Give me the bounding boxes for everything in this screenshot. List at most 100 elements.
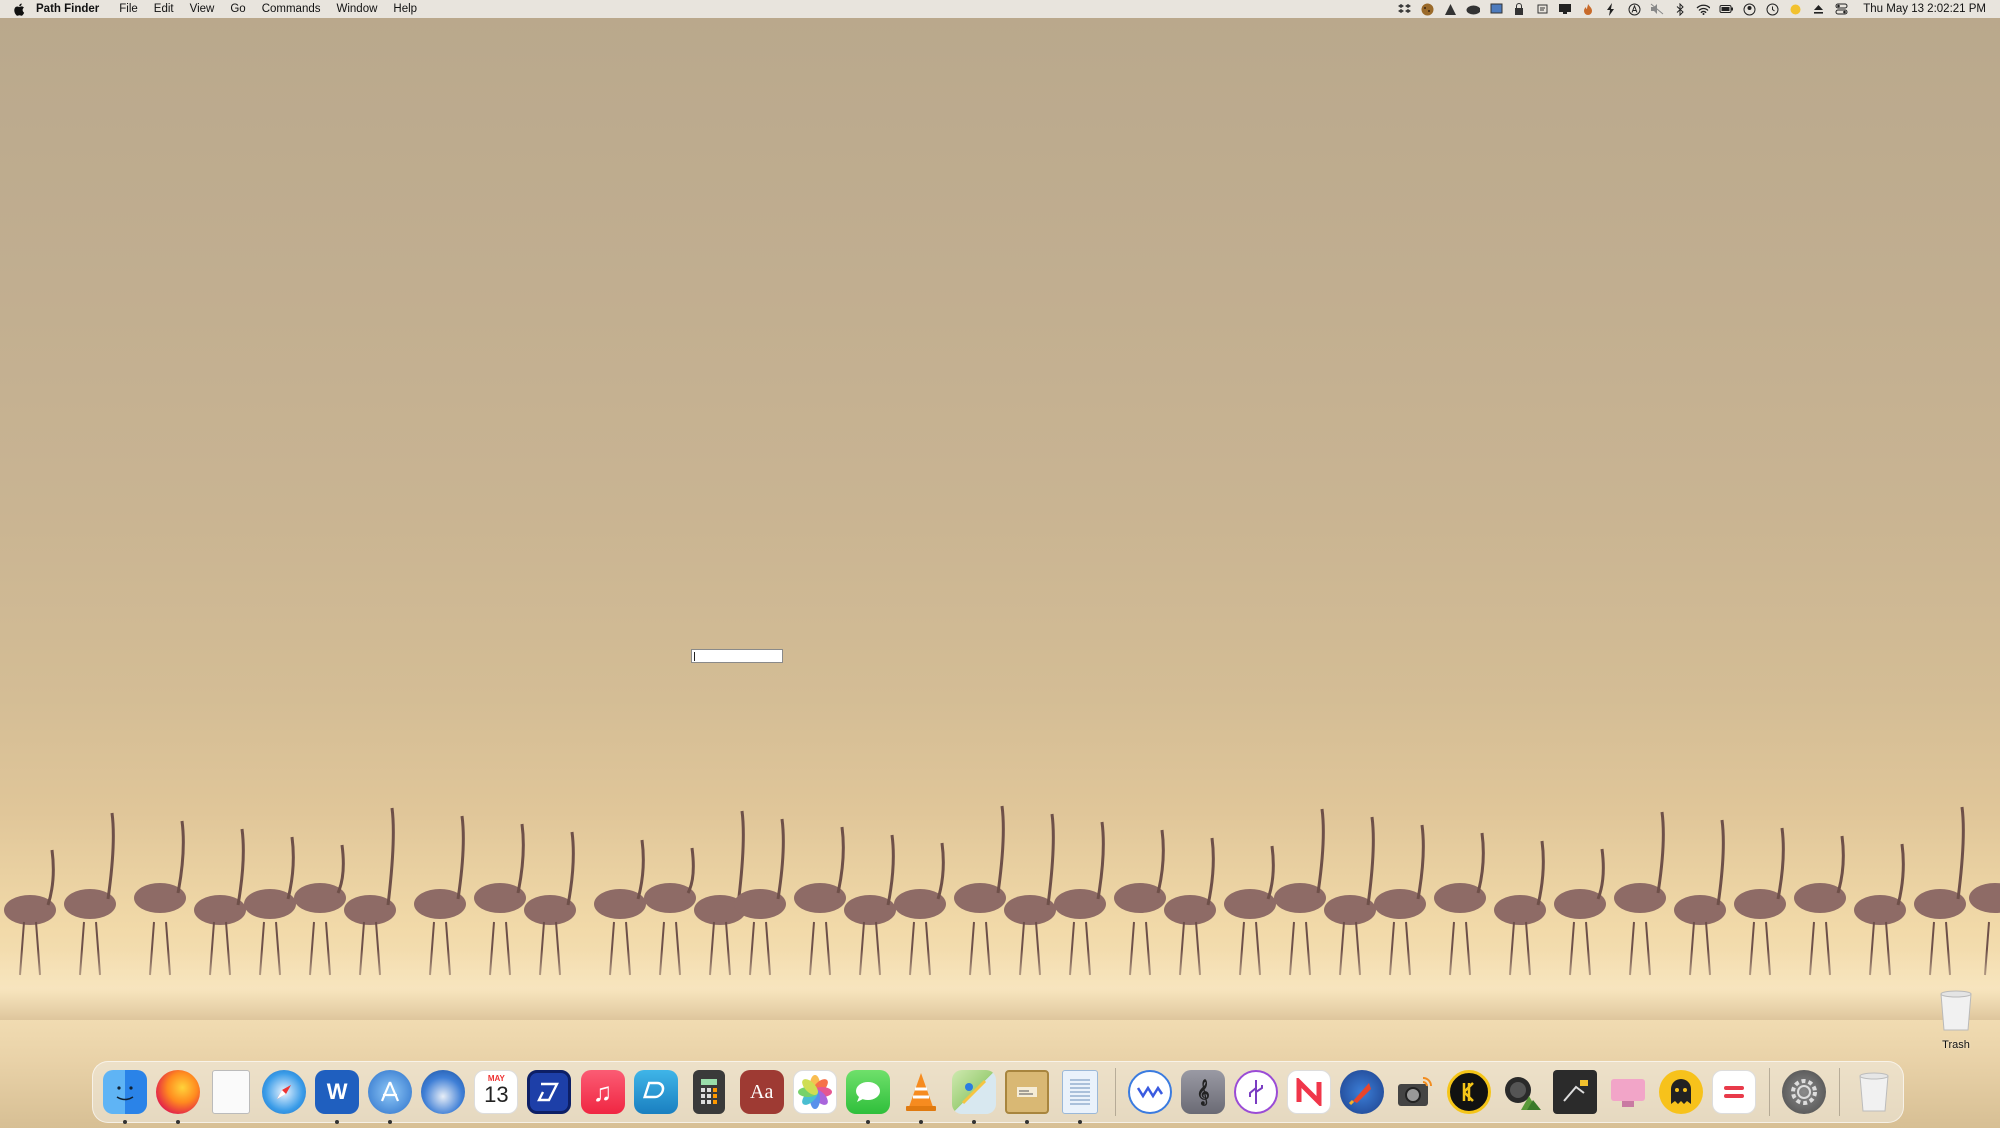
menu-help[interactable]: Help bbox=[393, 3, 417, 15]
display-icon[interactable] bbox=[1558, 2, 1572, 16]
dock-finder[interactable] bbox=[101, 1068, 149, 1124]
flamingo-neck bbox=[1096, 821, 1105, 900]
dash-icon bbox=[633, 1070, 678, 1114]
wifi-icon[interactable] bbox=[1696, 2, 1711, 16]
dock-cyberghost[interactable] bbox=[1657, 1068, 1705, 1116]
flamingo-neck bbox=[996, 805, 1005, 894]
running-indicator bbox=[972, 1120, 976, 1124]
flamingo-neck bbox=[236, 828, 245, 906]
dock-keeper[interactable] bbox=[1445, 1068, 1493, 1116]
flamingo-neck bbox=[1366, 816, 1375, 906]
flamingo-neck bbox=[1046, 813, 1055, 906]
dock-usb[interactable] bbox=[1232, 1068, 1280, 1116]
dock-firefox[interactable] bbox=[154, 1068, 202, 1124]
dock-equals[interactable] bbox=[1710, 1068, 1758, 1116]
dock-textedit[interactable] bbox=[1056, 1068, 1104, 1124]
bolt-icon[interactable] bbox=[1604, 2, 1618, 16]
flamingo-neck bbox=[286, 836, 295, 900]
flamingo-neck bbox=[1476, 832, 1485, 894]
flamingo-neck bbox=[516, 823, 525, 894]
menu-commands[interactable]: Commands bbox=[262, 3, 321, 15]
apple-menu-icon[interactable] bbox=[12, 2, 26, 16]
dock-rocket[interactable] bbox=[1338, 1068, 1386, 1116]
flamingo-neck bbox=[1266, 845, 1275, 900]
flamingo-body bbox=[294, 883, 346, 913]
app-name-menu[interactable]: Path Finder bbox=[36, 3, 99, 15]
word-icon: W bbox=[315, 1070, 360, 1114]
dock-music[interactable]: ♫ bbox=[579, 1068, 627, 1116]
fire-icon[interactable] bbox=[1581, 2, 1595, 16]
dock-dash[interactable] bbox=[632, 1068, 680, 1116]
flamingo-neck bbox=[1656, 811, 1665, 894]
menubar-clock[interactable]: Thu May 13 2:02:21 PM bbox=[1863, 3, 1986, 15]
flamingo-neck bbox=[336, 844, 345, 894]
menu-edit[interactable]: Edit bbox=[154, 3, 174, 15]
a-circle-icon[interactable] bbox=[1627, 2, 1641, 16]
dock-score[interactable]: 𝄞 bbox=[1179, 1068, 1227, 1116]
dock-archive[interactable] bbox=[1003, 1068, 1051, 1124]
firefox-icon bbox=[156, 1070, 200, 1114]
dock-terminal-pad[interactable] bbox=[1551, 1068, 1599, 1116]
dock-safari[interactable] bbox=[260, 1068, 308, 1116]
dock-calculator[interactable] bbox=[685, 1068, 733, 1116]
flamingo-neck bbox=[776, 818, 785, 900]
dock-blank-document[interactable] bbox=[207, 1068, 255, 1116]
dock-cleaner[interactable] bbox=[1604, 1068, 1652, 1116]
menu-go[interactable]: Go bbox=[230, 3, 245, 15]
music-note-icon: ♫ bbox=[580, 1070, 625, 1114]
menu-view[interactable]: View bbox=[190, 3, 215, 15]
lock-icon[interactable] bbox=[1512, 2, 1526, 16]
flamingo-neck bbox=[886, 834, 895, 906]
keeper-icon bbox=[1446, 1070, 1491, 1114]
menu-window[interactable]: Window bbox=[337, 3, 378, 15]
flamingo-neck bbox=[836, 826, 845, 894]
dock-camera[interactable] bbox=[1392, 1068, 1440, 1116]
news-icon bbox=[1287, 1070, 1332, 1114]
dropbox-icon[interactable] bbox=[1397, 2, 1411, 16]
menu-bar: Path Finder File Edit View Go Commands W… bbox=[0, 0, 2000, 18]
battery-icon[interactable] bbox=[1719, 2, 1734, 16]
sun-icon[interactable] bbox=[1788, 2, 1802, 16]
gear-icon bbox=[1781, 1070, 1826, 1114]
dock-system-preferences[interactable] bbox=[1780, 1068, 1828, 1116]
muted-icon[interactable] bbox=[1650, 2, 1664, 16]
time-machine-icon[interactable] bbox=[1765, 2, 1779, 16]
dock-maps[interactable] bbox=[950, 1068, 998, 1124]
cloud-icon[interactable] bbox=[1466, 2, 1481, 16]
maps-icon bbox=[951, 1070, 996, 1114]
user-icon[interactable] bbox=[1742, 2, 1756, 16]
dock-app-store[interactable] bbox=[366, 1068, 414, 1124]
dock-word[interactable]: W bbox=[313, 1068, 361, 1124]
dock-thunderbird[interactable] bbox=[419, 1068, 467, 1116]
flamingo-neck bbox=[176, 820, 185, 894]
rename-text-field[interactable] bbox=[691, 649, 783, 663]
cookie-icon[interactable] bbox=[1420, 2, 1434, 16]
script-icon[interactable] bbox=[1535, 2, 1549, 16]
flamingo-neck bbox=[1536, 840, 1545, 906]
eject-icon[interactable] bbox=[1811, 2, 1825, 16]
dock-messages[interactable] bbox=[844, 1068, 892, 1124]
dock-wave[interactable] bbox=[1126, 1068, 1174, 1116]
flamingo-neck bbox=[736, 810, 745, 906]
desktop-trash[interactable]: Trash bbox=[1930, 990, 1982, 1051]
flamingo-neck bbox=[1956, 806, 1965, 900]
dock-dictionary[interactable]: Aa bbox=[738, 1068, 786, 1116]
bluetooth-icon[interactable] bbox=[1673, 2, 1687, 16]
dock-separator bbox=[1839, 1068, 1840, 1116]
dock-trash[interactable] bbox=[1850, 1068, 1898, 1116]
flamingo-body bbox=[1554, 889, 1606, 919]
control-center-icon[interactable] bbox=[1834, 2, 1848, 16]
finder-icon bbox=[102, 1070, 147, 1114]
menu-file[interactable]: File bbox=[119, 3, 138, 15]
dock-vlc[interactable] bbox=[897, 1068, 945, 1124]
photo-editor-icon bbox=[1500, 1070, 1544, 1114]
screen-icon[interactable] bbox=[1489, 2, 1503, 16]
scanner-icon bbox=[527, 1070, 572, 1114]
dock-scanner[interactable] bbox=[526, 1068, 574, 1116]
dock-photo-editor[interactable] bbox=[1498, 1068, 1546, 1116]
dock-calendar[interactable]: MAY 13 bbox=[472, 1068, 520, 1116]
dock-news[interactable] bbox=[1285, 1068, 1333, 1116]
dock-photos[interactable] bbox=[791, 1068, 839, 1116]
running-indicator bbox=[1025, 1120, 1030, 1124]
alfred-icon[interactable] bbox=[1443, 2, 1457, 16]
